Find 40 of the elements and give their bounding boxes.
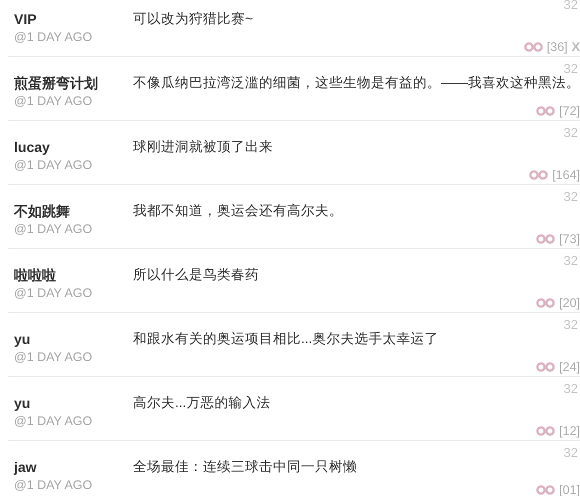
vote-count: [36] bbox=[546, 40, 568, 54]
username: VIP bbox=[14, 11, 37, 27]
username: 煎蛋掰弯计划 bbox=[14, 75, 98, 91]
vote-count: [24] bbox=[559, 360, 580, 374]
comment-text: 可以改为狩猎比赛~ bbox=[133, 11, 253, 27]
comment-text: 所以什么是鸟类春药 bbox=[133, 267, 259, 283]
vote-count: [12] bbox=[559, 424, 580, 438]
comment-text: 高尔夫...万恶的输入法 bbox=[133, 395, 270, 411]
timestamp: @1 DAY AGO bbox=[14, 350, 92, 364]
username: yu bbox=[14, 395, 30, 411]
timestamp: @1 DAY AGO bbox=[14, 30, 92, 44]
timestamp: @1 DAY AGO bbox=[14, 222, 92, 236]
double-circle-icon bbox=[529, 170, 548, 180]
timestamp: @1 DAY AGO bbox=[14, 414, 92, 428]
double-circle-icon bbox=[536, 298, 556, 308]
double-circle-icon bbox=[536, 362, 556, 372]
comment-text: 球刚进洞就被顶了出来 bbox=[133, 139, 273, 155]
comment-text: 不像瓜纳巴拉湾泛滥的细菌，这些生物是有益的。——我喜欢这种黑法。 bbox=[133, 75, 580, 91]
username: yu bbox=[14, 331, 30, 347]
vote-count: [72] bbox=[559, 104, 580, 118]
comment-text: 全场最佳：连续三球击中同一只树懒 bbox=[133, 459, 357, 475]
vote-count: [164] bbox=[552, 168, 580, 182]
double-circle-icon bbox=[536, 106, 556, 116]
double-circle-icon bbox=[536, 426, 556, 436]
close-button[interactable]: X bbox=[572, 40, 580, 54]
vote-count: [20] bbox=[559, 296, 580, 310]
timestamp: @1 DAY AGO bbox=[14, 158, 92, 172]
double-circle-icon bbox=[536, 485, 556, 495]
username: 不如跳舞 bbox=[14, 203, 70, 219]
username: lucay bbox=[14, 139, 50, 155]
comment-text: 和跟水有关的奥运项目相比...奥尔夫选手太幸运了 bbox=[133, 331, 438, 347]
comment-text: 我都不知道，奥运会还有高尔夫。 bbox=[133, 203, 343, 219]
username: 啦啦啦 bbox=[14, 267, 56, 283]
double-circle-icon bbox=[536, 234, 556, 244]
timestamp: @1 DAY AGO bbox=[14, 94, 92, 108]
vote-count: [73] bbox=[559, 232, 580, 246]
double-circle-icon bbox=[524, 42, 543, 52]
timestamp: @1 DAY AGO bbox=[14, 478, 92, 492]
username: jaw bbox=[14, 459, 37, 475]
timestamp: @1 DAY AGO bbox=[14, 286, 92, 300]
